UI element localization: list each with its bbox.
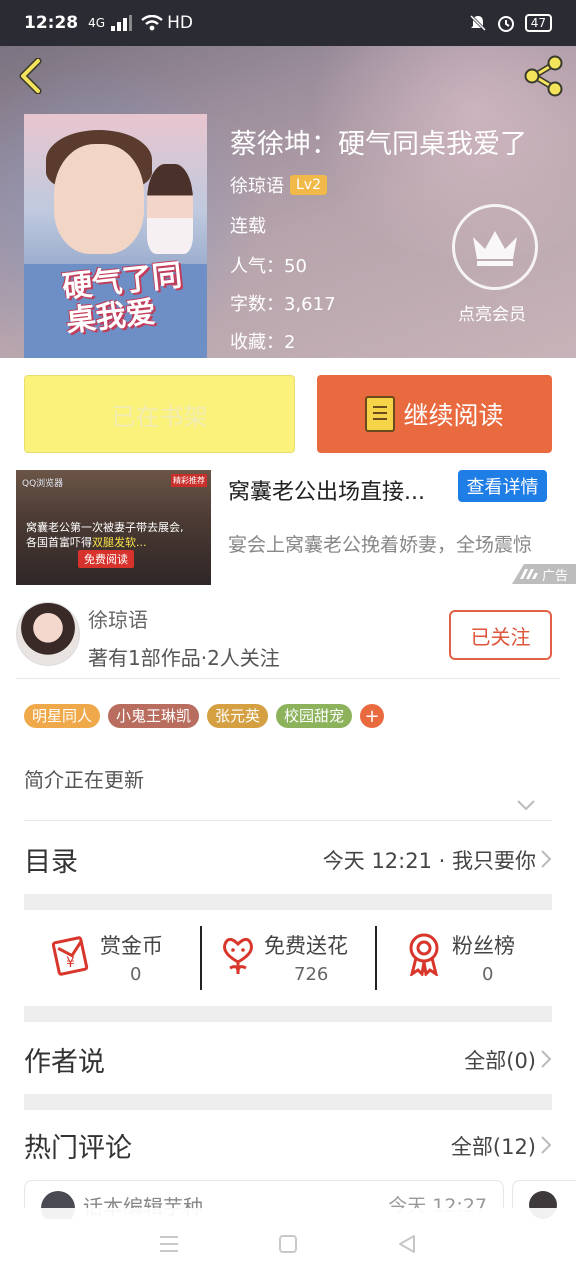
ad-image-line2: 各国首富吓得双腿发软... — [26, 536, 147, 549]
stat-fan-ranking[interactable]: 粉丝榜 0 — [376, 926, 552, 990]
wifi-label: HD — [167, 13, 193, 33]
book-cover[interactable]: 硬气了同桌我爱 — [24, 114, 207, 358]
home-icon[interactable] — [277, 1233, 299, 1255]
cover-art-girl — [147, 164, 193, 254]
toc-title: 目录 — [24, 847, 78, 878]
support-stats: ¥ 赏金币 0 免费送花 726 粉丝榜 0 — [24, 926, 552, 990]
back-button[interactable] — [14, 57, 48, 95]
section-separator — [24, 1006, 552, 1022]
status-bar: 12:28 4G HD 47 — [0, 0, 576, 46]
author-says-title: 作者说 — [24, 1047, 105, 1078]
medal-icon — [409, 933, 439, 976]
menu-icon[interactable] — [158, 1234, 180, 1254]
chevron-right-icon — [541, 1136, 552, 1154]
red-envelope-icon: ¥ — [51, 936, 89, 976]
back-nav-icon[interactable] — [396, 1233, 418, 1255]
book-author-name[interactable]: 徐琼语 — [230, 172, 284, 198]
stat-divider — [375, 926, 377, 990]
book-author-row[interactable]: 徐琼语 Lv2 — [230, 172, 327, 198]
ad-description[interactable]: 宴会上窝囊老公挽着娇妻，全场震惊 — [228, 530, 564, 557]
tag-chip[interactable]: 校园甜宠 — [276, 704, 353, 728]
stat-label: 免费送花 — [264, 934, 348, 958]
ad-banner[interactable]: QQ浏览器 精彩推荐 窝囊老公第一次被妻子带去展会, 各国首富吓得双腿发软...… — [0, 466, 576, 592]
book-favorites: 收藏：2 — [230, 332, 296, 353]
cover-art-face — [54, 144, 144, 254]
book-popularity: 人气：50 — [230, 256, 307, 277]
continue-reading-button[interactable]: 继续阅读 — [317, 375, 552, 453]
book-status: 连载 — [230, 216, 266, 237]
divider — [16, 678, 560, 679]
divider — [24, 820, 552, 821]
author-info: 著有1部作品·2人关注 — [88, 646, 280, 670]
ad-image[interactable]: QQ浏览器 精彩推荐 窝囊老公第一次被妻子带去展会, 各国首富吓得双腿发软...… — [16, 470, 211, 585]
ad-image-tag: 精彩推荐 — [171, 474, 207, 487]
ad-image-text: 窝囊老公第一次被妻子带去展会, 各国首富吓得双腿发软... — [26, 520, 184, 550]
section-separator — [24, 1094, 552, 1110]
ad-label: 广告 — [512, 564, 576, 584]
wifi-icon — [141, 15, 163, 31]
cover-title-art: 硬气了同桌我爱 — [60, 257, 184, 340]
vip-button[interactable] — [452, 204, 538, 290]
tag-list: 明星同人 小鬼王琳凯 张元英 校园甜宠 + — [24, 704, 385, 728]
network-type: 4G — [88, 16, 106, 30]
battery-indicator: 47 — [524, 14, 552, 32]
stat-value: 0 — [482, 964, 494, 985]
author-level-badge: Lv2 — [290, 175, 327, 195]
ad-free-read-badge: 免费阅读 — [78, 550, 134, 568]
hot-comments-all-link[interactable]: 全部(12) — [451, 1131, 536, 1161]
ad-detail-button[interactable]: 查看详情 — [458, 470, 547, 502]
hot-comments-title: 热门评论 — [24, 1133, 132, 1164]
crown-icon — [473, 231, 517, 266]
signal-icon — [111, 15, 133, 31]
vip-label[interactable]: 点亮会员 — [458, 300, 526, 325]
svg-text:¥: ¥ — [66, 955, 75, 971]
tag-chip[interactable]: 张元英 — [207, 704, 269, 728]
book-intro: 简介正在更新 — [24, 768, 144, 792]
chevron-left-icon — [19, 57, 42, 95]
continue-reading-label: 继续阅读 — [403, 401, 504, 430]
author-name[interactable]: 徐琼语 — [88, 604, 148, 633]
stat-value: 0 — [130, 964, 142, 985]
stat-divider — [200, 926, 202, 990]
author-avatar[interactable] — [16, 602, 80, 666]
chevron-right-icon — [541, 1050, 552, 1068]
mute-icon — [469, 14, 486, 32]
ad-source: QQ浏览器 — [22, 479, 64, 489]
add-tag-button[interactable]: + — [360, 704, 385, 728]
book-title: 蔡徐坤：硬气同桌我爱了 — [230, 129, 527, 160]
flower-icon — [223, 937, 253, 974]
book-word-count: 字数：3,617 — [230, 294, 336, 315]
section-separator — [24, 894, 552, 910]
chevron-right-icon — [541, 850, 552, 868]
follow-button[interactable]: 已关注 — [449, 610, 552, 660]
stat-value: 726 — [294, 964, 329, 985]
system-navigation-bar — [0, 1208, 576, 1280]
alarm-icon — [497, 16, 514, 32]
author-says-all-link[interactable]: 全部(0) — [464, 1045, 536, 1075]
share-icon — [524, 55, 563, 97]
toc-latest-chapter[interactable]: 今天 12:21 · 我只要你 — [323, 845, 536, 875]
ad-logo-icon — [519, 569, 538, 579]
on-shelf-button[interactable]: 已在书架 — [24, 375, 295, 453]
stat-reward-coins[interactable]: ¥ 赏金币 0 — [24, 926, 200, 990]
status-time: 12:28 — [24, 13, 79, 33]
share-button[interactable] — [522, 54, 566, 98]
ad-title[interactable]: 窝囊老公出场直接... — [228, 474, 425, 506]
tag-chip[interactable]: 小鬼王琳凯 — [108, 704, 200, 728]
book-icon — [365, 396, 396, 432]
chevron-down-icon[interactable] — [516, 798, 536, 812]
stat-label: 赏金币 — [100, 934, 163, 958]
stat-label: 粉丝榜 — [452, 934, 515, 958]
ad-image-line1: 窝囊老公第一次被妻子带去展会, — [26, 521, 184, 534]
stat-free-flowers[interactable]: 免费送花 726 — [200, 926, 376, 990]
tag-chip[interactable]: 明星同人 — [24, 704, 101, 728]
